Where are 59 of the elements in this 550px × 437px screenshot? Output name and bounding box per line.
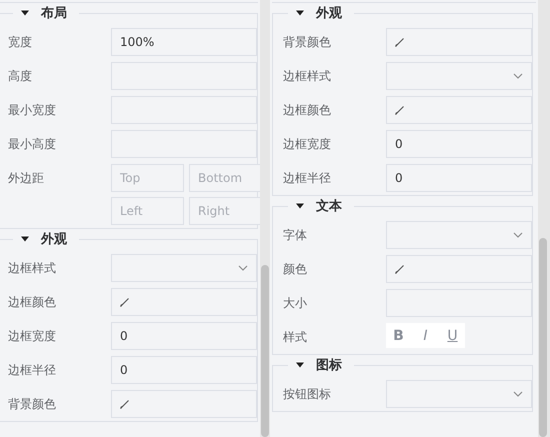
chevron-down-icon (238, 265, 248, 271)
input-field[interactable]: Top (111, 164, 184, 192)
section-title: 布局 (41, 5, 67, 22)
select-field[interactable] (386, 221, 532, 249)
brush-icon (395, 106, 404, 114)
field-label: 边框样式 (283, 68, 332, 85)
brush-icon (120, 298, 129, 306)
field-label: 按钮图标 (283, 386, 332, 403)
color-field[interactable] (111, 390, 257, 418)
field-label: 字体 (283, 227, 308, 244)
color-field[interactable] (111, 288, 257, 316)
field-label: 边框颜色 (283, 102, 332, 119)
brush-icon (395, 38, 404, 46)
brush-icon (120, 400, 129, 408)
input-field[interactable]: 0 (386, 130, 532, 158)
chevron-down-icon (513, 391, 523, 397)
field-label: 外边距 (8, 170, 45, 187)
color-field[interactable] (386, 28, 532, 56)
section-title: 文本 (316, 198, 342, 215)
collapse-triangle-icon[interactable] (296, 9, 304, 17)
field-label: 边框颜色 (8, 294, 57, 311)
input-field[interactable]: 0 (111, 356, 257, 384)
input-field[interactable]: Bottom (189, 164, 260, 192)
select-field[interactable] (111, 254, 257, 282)
input-field[interactable]: Right (189, 197, 260, 225)
chevron-down-icon (513, 73, 523, 79)
chevron-down-icon (513, 232, 523, 238)
collapse-triangle-icon[interactable] (296, 202, 304, 210)
input-field[interactable]: 0 (386, 164, 532, 192)
collapse-triangle-icon[interactable] (21, 9, 29, 17)
field-label: 边框宽度 (8, 328, 57, 345)
field-label: 边框半径 (283, 170, 332, 187)
color-field[interactable] (386, 255, 532, 283)
field-label: 边框半径 (8, 362, 57, 379)
section-title: 外观 (316, 5, 342, 22)
field-label: 样式 (283, 329, 308, 346)
collapse-triangle-icon[interactable] (296, 361, 304, 369)
field-label: 边框宽度 (283, 136, 332, 153)
field-label: 边框样式 (8, 260, 57, 277)
select-field[interactable] (386, 380, 532, 408)
color-field[interactable] (386, 96, 532, 124)
select-field[interactable] (386, 62, 532, 90)
collapse-triangle-icon[interactable] (21, 235, 29, 243)
field-label: 背景颜色 (8, 396, 57, 413)
scrollbar-thumb[interactable] (539, 238, 547, 437)
section-title: 图标 (316, 357, 342, 374)
scrollbar-thumb[interactable] (261, 265, 269, 437)
field-label: 最小高度 (8, 136, 57, 153)
section-title: 外观 (41, 231, 67, 248)
field-label: 最小宽度 (8, 102, 57, 119)
brush-icon (395, 264, 404, 274)
input-field[interactable]: 0 (111, 322, 257, 350)
input-field[interactable]: 100% (111, 28, 257, 56)
input-field[interactable]: Left (111, 197, 184, 225)
field-label: 背景颜色 (283, 34, 332, 51)
field-label: 高度 (8, 68, 33, 85)
field-label: 颜色 (283, 261, 308, 278)
field-label: 宽度 (8, 34, 33, 51)
field-label: 大小 (283, 295, 308, 312)
